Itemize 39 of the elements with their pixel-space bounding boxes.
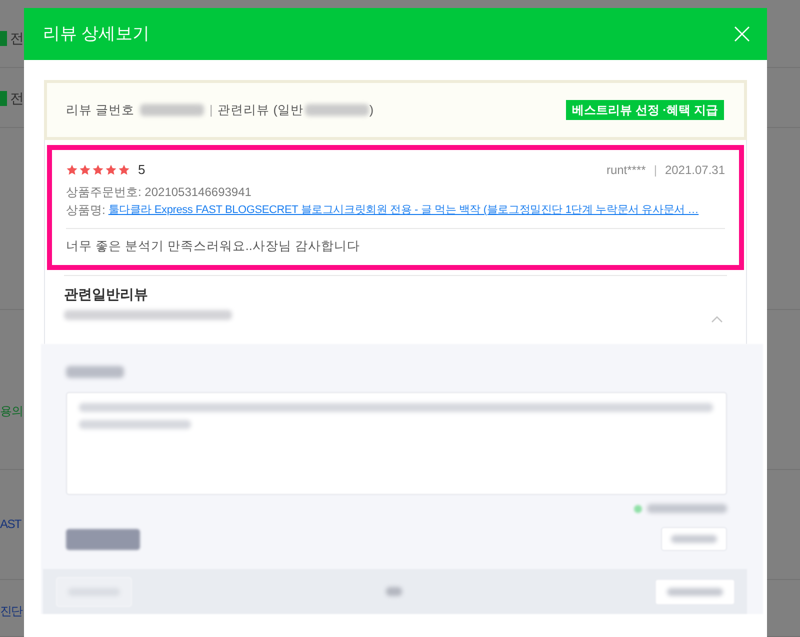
- star-icon: [79, 164, 91, 176]
- blurred-text: [667, 588, 723, 596]
- blurred-text: [386, 587, 402, 596]
- star-icon: [92, 164, 104, 176]
- blurred-text: [140, 104, 204, 116]
- separator-text: |: [209, 102, 213, 119]
- close-button[interactable]: [734, 26, 750, 42]
- review-number-label: 리뷰 글번호: [66, 102, 134, 119]
- closing-paren-text: ): [369, 102, 374, 119]
- blurred-button[interactable]: [66, 528, 140, 550]
- label-text: 전: [10, 89, 24, 107]
- blurred-button[interactable]: [655, 578, 735, 604]
- blurred-text: [671, 535, 717, 543]
- label-text: 전: [10, 29, 24, 47]
- product-name-label: 상품명:: [66, 202, 106, 219]
- best-review-badge: 베스트리뷰 선정 ·혜택 지급: [566, 100, 724, 120]
- star-icon: [105, 164, 117, 176]
- related-reviews-title: 관련일반리뷰: [64, 285, 149, 303]
- rating-score: 5: [138, 162, 146, 178]
- collapse-toggle[interactable]: [711, 315, 723, 323]
- related-review-label: 관련리뷰 (일반: [218, 102, 304, 119]
- link-text[interactable]: 진단: [0, 603, 22, 619]
- separator-text: |: [654, 162, 657, 178]
- reply-text-area[interactable]: [66, 392, 727, 495]
- review-text: 너무 좋은 분석기 만족스러워요..사장님 감사합니다: [66, 238, 361, 255]
- label-text: 용의: [0, 403, 23, 419]
- blurred-button[interactable]: [661, 527, 727, 551]
- blurred-text: [305, 104, 370, 116]
- star-icon: [66, 164, 78, 176]
- blurred-text: [66, 366, 124, 378]
- review-date: 2021.07.31: [664, 162, 725, 178]
- product-link[interactable]: 툴다클라 Express FAST BLOGSECRET 블로그시크릿회원 전용 - 글 먹는 백작 (블로그정밀진단 1단계 누락문서 유사문서 …: [108, 201, 699, 219]
- modal-title: 리뷰 상세보기: [43, 23, 150, 45]
- order-number-text: 상품주문번호: 2021053146693941: [66, 184, 252, 201]
- star-icon: [118, 164, 130, 176]
- link-text[interactable]: AST: [0, 516, 21, 532]
- chevron-up-icon: [711, 315, 723, 323]
- author-name: runt****: [606, 162, 646, 178]
- close-icon: [734, 26, 750, 42]
